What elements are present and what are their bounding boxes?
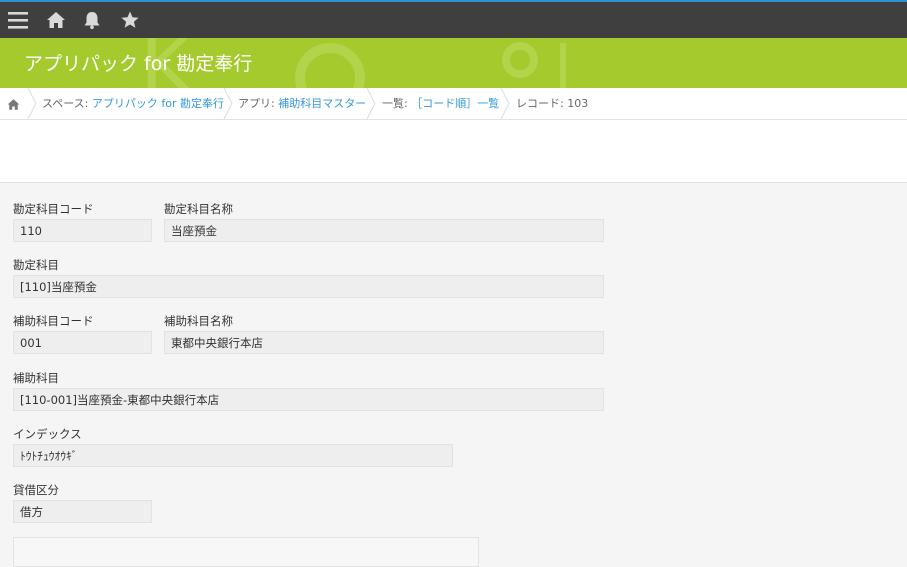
account-value: [110]当座預金: [13, 275, 604, 298]
app-title: アプリパック for 勘定奉行: [24, 53, 253, 75]
breadcrumb-separator: [27, 88, 37, 119]
debit-credit-label: 貸借区分: [13, 483, 59, 497]
breadcrumb-home-icon[interactable]: [7, 89, 20, 120]
app-banner: K アプリパック for 勘定奉行: [0, 38, 907, 88]
top-navigation-bar: [0, 0, 907, 38]
breadcrumb-list: 一覧: ［コード順］一覧: [382, 97, 500, 110]
breadcrumb-app-link[interactable]: 補助科目マスター: [278, 97, 366, 110]
sub-name-label: 補助科目名称: [164, 314, 233, 328]
breadcrumb-space-link[interactable]: アプリパック for 勘定奉行: [92, 97, 224, 110]
account-name-label: 勘定科目名称: [164, 202, 233, 216]
breadcrumb-app: アプリ: 補助科目マスター: [238, 97, 367, 110]
sub-account-label: 補助科目: [13, 371, 59, 385]
breadcrumb-separator: [366, 88, 376, 119]
bottom-panel: [13, 537, 479, 567]
breadcrumb-list-link[interactable]: ［コード順］一覧: [411, 97, 499, 110]
index-value: ﾄｳﾄﾁｭｳｵｳｷﾞ: [13, 444, 453, 467]
sub-name-value: 東都中央銀行本店: [164, 331, 604, 354]
index-label: インデックス: [13, 427, 82, 441]
account-name-value: 当座預金: [164, 219, 604, 242]
sub-code-value: 001: [13, 331, 152, 354]
menu-icon[interactable]: [8, 10, 30, 30]
account-code-label: 勘定科目コード: [13, 202, 94, 216]
home-icon[interactable]: [46, 10, 66, 30]
star-icon[interactable]: [120, 10, 140, 30]
breadcrumb-separator: [223, 88, 233, 119]
breadcrumb-separator: [500, 88, 510, 119]
bell-icon[interactable]: [82, 10, 102, 30]
account-code-value: 110: [13, 219, 152, 242]
sub-account-value: [110-001]当座預金-東都中央銀行本店: [13, 388, 604, 411]
record-toolbar: [0, 120, 907, 183]
breadcrumb: スペース: アプリパック for 勘定奉行 アプリ: 補助科目マスター 一覧: …: [0, 88, 907, 120]
sub-code-label: 補助科目コード: [13, 314, 94, 328]
breadcrumb-space: スペース: アプリパック for 勘定奉行: [42, 97, 225, 110]
account-label: 勘定科目: [13, 258, 59, 272]
breadcrumb-record: レコード: 103: [516, 97, 589, 110]
debit-credit-value: 借方: [13, 500, 152, 523]
